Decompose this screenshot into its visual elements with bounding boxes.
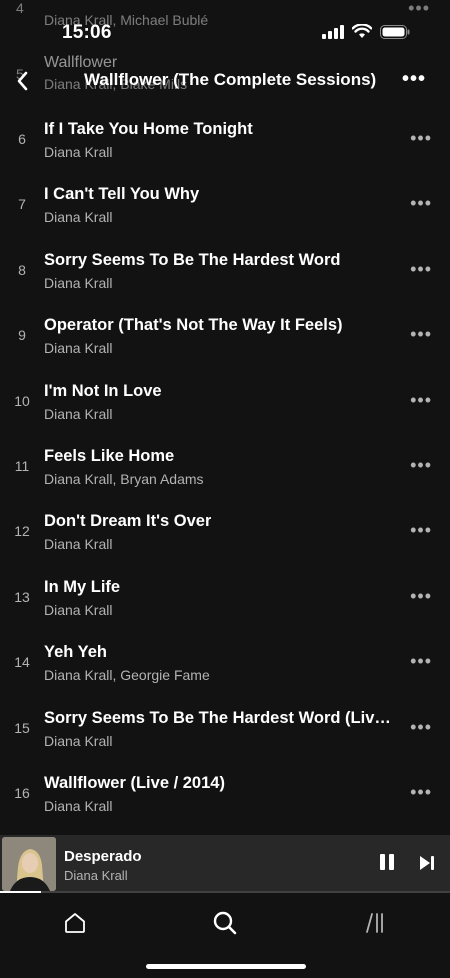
search-icon bbox=[213, 911, 237, 935]
track-number: 15 bbox=[14, 719, 30, 736]
track-more-button[interactable]: ••• bbox=[410, 455, 432, 476]
ellipsis-icon: ••• bbox=[410, 781, 432, 802]
track-more-button[interactable]: ••• bbox=[410, 390, 432, 411]
track-more-button[interactable]: ••• bbox=[410, 520, 432, 541]
track-row[interactable]: 9 Operator (That's Not The Way It Feels) D… bbox=[0, 304, 450, 369]
track-number: 13 bbox=[14, 588, 30, 605]
track-title: Sorry Seems To Be The Hardest Word bbox=[44, 250, 341, 269]
ellipsis-icon: ••• bbox=[410, 520, 432, 541]
home-icon bbox=[65, 913, 85, 933]
track-title: I Can't Tell You Why bbox=[44, 185, 200, 204]
library-icon bbox=[366, 913, 383, 933]
skip-next-icon bbox=[420, 856, 434, 870]
tab-search[interactable] bbox=[205, 903, 245, 943]
track-row[interactable]: 12 Don't Dream It's Over Diana Krall ••• bbox=[0, 500, 450, 565]
album-art-image bbox=[2, 837, 56, 891]
ellipsis-icon: ••• bbox=[410, 585, 432, 606]
track-number: 9 bbox=[18, 327, 26, 344]
next-button[interactable] bbox=[418, 854, 436, 877]
ellipsis-icon: ••• bbox=[410, 193, 432, 214]
track-title: Feels Like Home bbox=[44, 446, 175, 465]
pause-icon bbox=[380, 854, 385, 870]
ellipsis-icon: ••• bbox=[410, 651, 432, 672]
track-number: 16 bbox=[14, 784, 30, 801]
track-artist: Diana Krall bbox=[44, 209, 113, 226]
track-number: 8 bbox=[18, 261, 26, 278]
track-row[interactable]: 16 Wallflower (Live / 2014) Diana Krall ••• bbox=[0, 762, 450, 827]
track-artist: Diana Krall bbox=[44, 405, 113, 422]
home-indicator bbox=[146, 964, 306, 969]
track-artist: Diana Krall bbox=[44, 797, 113, 814]
track-title: I'm Not In Love bbox=[44, 381, 162, 400]
track-more-button[interactable]: ••• bbox=[410, 651, 432, 672]
track-more-button[interactable]: ••• bbox=[410, 193, 432, 214]
status-time: 15:06 bbox=[62, 22, 112, 43]
track-more-button[interactable]: ••• bbox=[410, 324, 432, 345]
tab-home[interactable] bbox=[55, 903, 95, 943]
track-title: Sorry Seems To Be The Hardest Word (Live… bbox=[44, 708, 392, 727]
track-number: 6 bbox=[18, 131, 26, 147]
back-button[interactable] bbox=[10, 66, 34, 96]
track-artist: Diana Krall bbox=[44, 536, 113, 553]
status-bar: 15:06 bbox=[0, 0, 450, 60]
track-artist: Diana Krall bbox=[44, 732, 113, 749]
status-icons bbox=[322, 24, 410, 39]
track-row[interactable]: 14 Yeh Yeh Diana Krall, Georgie Fame ••• bbox=[0, 631, 450, 696]
ellipsis-icon: ••• bbox=[410, 258, 432, 279]
wifi-icon bbox=[352, 24, 372, 38]
track-title: In My Life bbox=[44, 577, 121, 596]
pause-button[interactable] bbox=[380, 854, 398, 874]
track-number: 11 bbox=[14, 457, 30, 474]
track-more-button[interactable]: ••• bbox=[410, 717, 432, 738]
track-row[interactable]: 10 I'm Not In Love Diana Krall ••• bbox=[0, 370, 450, 435]
battery-icon bbox=[380, 24, 410, 39]
track-more-button[interactable]: ••• bbox=[410, 259, 432, 280]
ellipsis-icon: ••• bbox=[410, 324, 432, 345]
track-number: 12 bbox=[14, 523, 30, 540]
tab-library[interactable] bbox=[355, 903, 395, 943]
ellipsis-icon: ••• bbox=[410, 454, 432, 475]
track-list: 6 If I Take You Home Tonight Diana Krall ••… bbox=[0, 108, 450, 827]
header-more-button[interactable]: ••• bbox=[402, 68, 426, 91]
chevron-left-icon bbox=[17, 71, 28, 91]
ellipsis-icon: ••• bbox=[410, 128, 432, 148]
track-artist: Diana Krall, Bryan Adams bbox=[44, 470, 204, 487]
track-more-button[interactable]: ••• bbox=[410, 782, 432, 803]
track-title: Don't Dream It's Over bbox=[44, 512, 212, 531]
track-artist: Diana Krall bbox=[44, 144, 113, 160]
track-row[interactable]: 11 Feels Like Home Diana Krall, Bryan Adam… bbox=[0, 435, 450, 500]
track-row[interactable]: 13 In My Life Diana Krall ••• bbox=[0, 566, 450, 631]
track-artist: Diana Krall bbox=[44, 274, 113, 291]
track-more-button[interactable]: ••• bbox=[410, 586, 432, 607]
album-art[interactable] bbox=[2, 837, 56, 891]
track-number: 10 bbox=[14, 392, 30, 409]
track-title: Wallflower (Live / 2014) bbox=[44, 773, 225, 792]
track-title: If I Take You Home Tonight bbox=[44, 120, 253, 138]
ellipsis-icon: ••• bbox=[410, 389, 432, 410]
track-title: Yeh Yeh bbox=[44, 643, 107, 662]
ellipsis-icon: ••• bbox=[401, 68, 426, 90]
now-playing-artist: Diana Krall bbox=[64, 868, 128, 883]
track-row[interactable]: 6 If I Take You Home Tonight Diana Krall ••… bbox=[0, 108, 450, 173]
ellipsis-icon: ••• bbox=[410, 716, 432, 737]
track-number: 7 bbox=[18, 196, 26, 213]
track-row[interactable]: 15 Sorry Seems To Be The Hardest Word (Li… bbox=[0, 697, 450, 762]
now-playing-title: Desperado bbox=[64, 848, 142, 865]
track-more-button[interactable]: ••• bbox=[410, 128, 432, 149]
track-artist: Diana Krall bbox=[44, 340, 113, 357]
track-artist: Diana Krall bbox=[44, 601, 113, 618]
track-artist: Diana Krall, Georgie Fame bbox=[44, 667, 210, 684]
track-number: 14 bbox=[14, 654, 30, 671]
page-title: Wallflower (The Complete Sessions) bbox=[84, 70, 377, 89]
track-row[interactable]: 8 Sorry Seems To Be The Hardest Word Diana… bbox=[0, 239, 450, 304]
track-title: Operator (That's Not The Way It Feels) bbox=[44, 316, 343, 335]
now-playing-bar[interactable]: Desperado Diana Krall bbox=[0, 835, 450, 893]
track-row[interactable]: 7 I Can't Tell You Why Diana Krall ••• bbox=[0, 173, 450, 238]
signal-icon bbox=[322, 24, 344, 39]
